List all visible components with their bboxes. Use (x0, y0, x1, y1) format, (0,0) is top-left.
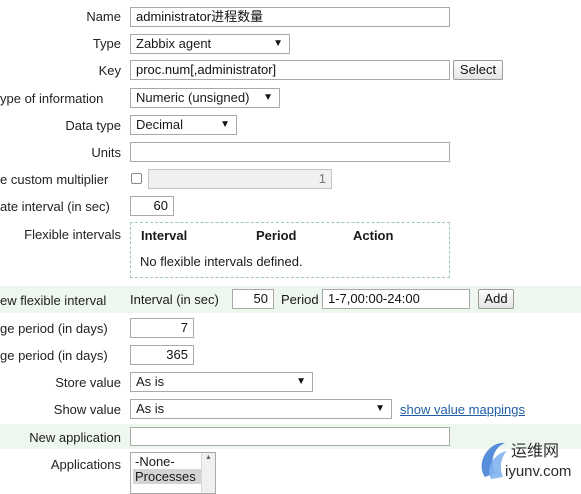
new-application-label: New application (29, 430, 121, 445)
type-of-information-select[interactable]: Numeric (unsigned) ▼ (130, 88, 280, 108)
row-type: Type Zabbix agent ▼ (0, 33, 581, 55)
history-label: ge period (in days) (0, 321, 108, 336)
interval-label: Interval (in sec) (130, 292, 219, 307)
type-of-information-value: Numeric (unsigned) (136, 90, 250, 105)
row-data-type: Data type Decimal ▼ (0, 114, 581, 136)
key-label: Key (98, 63, 121, 78)
row-units: Units (0, 141, 581, 163)
select-key-button[interactable]: Select (453, 60, 503, 80)
custom-multiplier-label: e custom multiplier (0, 172, 109, 187)
chevron-down-icon: ▼ (220, 119, 230, 130)
chevron-down-icon: ▼ (273, 38, 283, 49)
new-flexible-interval-label: ew flexible interval (0, 293, 107, 308)
store-value-value: As is (136, 374, 165, 389)
column-header-interval: Interval (141, 228, 188, 243)
watermark-url-text: iyunv.com (505, 463, 572, 480)
new-period-input[interactable]: 1-7,00:00-24:00 (322, 289, 470, 309)
type-select-value: Zabbix agent (136, 36, 212, 51)
trends-label: ge period (in days) (0, 348, 108, 363)
row-name: Name administrator进程数量 (0, 6, 581, 28)
history-input[interactable]: 7 (130, 318, 194, 338)
new-interval-input[interactable]: 50 (232, 289, 274, 309)
row-new-flexible-interval: ew flexible interval Interval (in sec) 5… (0, 286, 581, 313)
type-select[interactable]: Zabbix agent ▼ (130, 34, 290, 54)
watermark-cn-text: 运维网 (511, 443, 560, 460)
units-label: Units (91, 145, 121, 160)
row-custom-multiplier: e custom multiplier 1 (0, 168, 581, 190)
type-label: Type (92, 36, 121, 51)
update-interval-label: ate interval (in sec) (0, 199, 110, 214)
scroll-up-icon[interactable]: ▲ (205, 454, 212, 461)
row-key: Key proc.num[,administrator] Select (0, 60, 581, 82)
trends-input[interactable]: 365 (130, 345, 194, 365)
period-label: Period (281, 292, 319, 307)
data-type-select[interactable]: Decimal ▼ (130, 115, 237, 135)
add-flexible-interval-button[interactable]: Add (478, 289, 514, 309)
row-update-interval: ate interval (in sec) 60 (0, 195, 581, 217)
chevron-down-icon: ▼ (375, 403, 385, 414)
update-interval-input[interactable]: 60 (130, 196, 174, 216)
show-value-value: As is (136, 401, 165, 416)
units-input[interactable] (130, 142, 450, 162)
name-label: Name (86, 9, 121, 24)
watermark-logo: 运维网 iyunv.com (471, 433, 581, 491)
row-type-of-information: ype of information Numeric (unsigned) ▼ (0, 87, 581, 109)
chevron-down-icon: ▼ (263, 92, 273, 103)
row-show-value: Show value As is ▼ show value mappings (0, 398, 581, 420)
column-header-action: Action (353, 228, 394, 243)
show-value-select[interactable]: As is ▼ (130, 399, 392, 419)
data-type-label: Data type (65, 118, 121, 133)
name-input[interactable]: administrator进程数量 (130, 7, 450, 27)
store-value-select[interactable]: As is ▼ (130, 372, 313, 392)
show-value-mappings-link[interactable]: show value mappings (400, 402, 525, 417)
new-application-input[interactable] (130, 427, 450, 446)
row-flexible-intervals: Flexible intervals Interval Period Actio… (0, 222, 581, 280)
custom-multiplier-checkbox[interactable] (131, 173, 142, 184)
custom-multiplier-input[interactable]: 1 (148, 169, 332, 189)
key-input[interactable]: proc.num[,administrator] (130, 60, 450, 80)
store-value-label: Store value (55, 375, 121, 390)
chevron-down-icon: ▼ (296, 376, 306, 387)
applications-listbox[interactable]: -None- Processes ▲ (130, 452, 216, 494)
applications-label: Applications (50, 457, 121, 472)
row-history: ge period (in days) 7 (0, 317, 581, 339)
flexible-intervals-table: Interval Period Action No flexible inter… (130, 222, 450, 278)
applications-scrollbar[interactable]: ▲ (201, 453, 215, 493)
data-type-value: Decimal (136, 117, 183, 132)
row-store-value: Store value As is ▼ (0, 371, 581, 393)
column-header-period: Period (256, 228, 297, 243)
flexible-intervals-label: Flexible intervals (24, 227, 121, 242)
type-of-information-label: ype of information (0, 91, 104, 106)
row-trends: ge period (in days) 365 (0, 344, 581, 366)
flexible-intervals-empty-text: No flexible intervals defined. (140, 254, 303, 269)
show-value-label: Show value (53, 402, 121, 417)
